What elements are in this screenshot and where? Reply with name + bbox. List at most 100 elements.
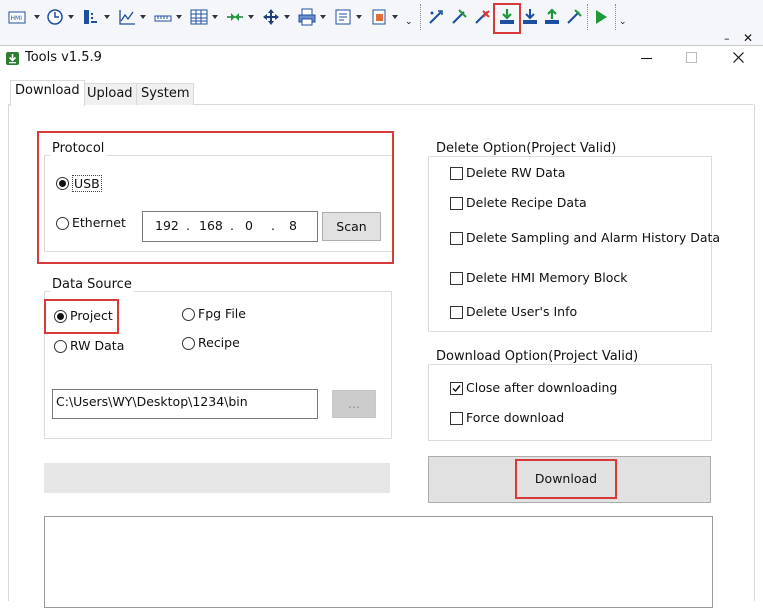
download-button[interactable]: Download bbox=[515, 459, 617, 499]
tab-upload[interactable]: Upload bbox=[82, 83, 138, 105]
protocol-highlight bbox=[37, 131, 394, 264]
delete-recipe-data-label[interactable]: Delete Recipe Data bbox=[466, 195, 587, 210]
download-option-legend: Download Option(Project Valid) bbox=[434, 349, 641, 364]
upload-button[interactable] bbox=[541, 6, 563, 28]
parent-window-strip: – ✕ bbox=[0, 31, 763, 45]
chevron-down-icon bbox=[104, 15, 110, 19]
toolbar-separator bbox=[420, 4, 422, 30]
recipe-radio[interactable] bbox=[182, 337, 195, 350]
table-tool-button[interactable] bbox=[188, 6, 222, 28]
meter-tool-button[interactable] bbox=[80, 6, 114, 28]
trend-chart-icon bbox=[119, 10, 135, 25]
fpg-file-radio[interactable] bbox=[182, 308, 195, 321]
hmi-icon: HMI bbox=[8, 11, 26, 24]
move-icon bbox=[263, 9, 279, 25]
delete-user-info-checkbox[interactable] bbox=[450, 306, 463, 319]
download-option-group bbox=[428, 364, 712, 441]
ruler-tool-button[interactable] bbox=[152, 6, 186, 28]
close-icon[interactable] bbox=[733, 52, 744, 63]
rw-data-label[interactable]: RW Data bbox=[70, 338, 124, 353]
report-icon bbox=[335, 9, 351, 25]
upload-icon bbox=[545, 8, 559, 24]
delete-hmi-memory-label[interactable]: Delete HMI Memory Block bbox=[466, 270, 628, 285]
delete-sampling-alarm-label[interactable]: Delete Sampling and Alarm History Data bbox=[466, 230, 720, 245]
bar-meter-icon bbox=[84, 10, 97, 24]
close-after-download-label[interactable]: Close after downloading bbox=[466, 380, 617, 395]
checkmark-icon bbox=[452, 385, 461, 393]
rw-data-radio[interactable] bbox=[54, 340, 67, 353]
force-download-checkbox[interactable] bbox=[450, 412, 463, 425]
compile-icon bbox=[429, 10, 443, 24]
trend-tool-button[interactable] bbox=[116, 6, 150, 28]
download-arrow-icon bbox=[6, 52, 19, 65]
maximize-icon[interactable] bbox=[686, 52, 697, 63]
download-alt-button[interactable] bbox=[519, 6, 541, 28]
delete-hmi-memory-checkbox[interactable] bbox=[450, 272, 463, 285]
download-alt-icon bbox=[523, 9, 537, 24]
file-path-field[interactable]: C:\Users\WY\Desktop\1234\bin bbox=[52, 389, 318, 419]
toolbar-separator bbox=[587, 4, 589, 30]
run-icon bbox=[596, 10, 607, 24]
overflow-chevron-icon[interactable]: ⌄ bbox=[619, 18, 627, 27]
clock-tool-button[interactable] bbox=[44, 6, 78, 28]
move-tool-button[interactable] bbox=[260, 6, 294, 28]
online-sim-button[interactable] bbox=[471, 6, 493, 28]
hmi-tool-button[interactable]: HMI bbox=[6, 6, 44, 28]
chevron-down-icon bbox=[320, 15, 326, 19]
chevron-down-icon bbox=[68, 15, 74, 19]
recipe-label[interactable]: Recipe bbox=[198, 335, 240, 350]
table-icon bbox=[190, 9, 208, 25]
recipe-icon bbox=[372, 9, 386, 25]
online-sim-icon bbox=[475, 10, 490, 24]
offline-sim-button[interactable] bbox=[448, 6, 470, 28]
delete-rw-data-checkbox[interactable] bbox=[450, 167, 463, 180]
overflow-chevron-icon[interactable]: ⌄ bbox=[405, 18, 413, 27]
offline-sim-icon bbox=[452, 9, 467, 24]
chevron-down-icon bbox=[140, 15, 146, 19]
chevron-down-icon bbox=[284, 15, 290, 19]
title-bar bbox=[0, 45, 763, 73]
svg-text:HMI: HMI bbox=[11, 15, 23, 22]
run-button[interactable] bbox=[590, 6, 610, 28]
toolbar: HMI ⌄ ⌄ bbox=[0, 0, 763, 36]
progress-bar bbox=[44, 463, 390, 493]
delete-rw-data-label[interactable]: Delete RW Data bbox=[466, 165, 565, 180]
printer-tool-button[interactable] bbox=[296, 6, 330, 28]
delete-sampling-alarm-checkbox[interactable] bbox=[450, 232, 463, 245]
clock-icon bbox=[47, 9, 63, 25]
chevron-down-icon bbox=[356, 15, 362, 19]
project-highlight bbox=[44, 299, 119, 334]
close-icon[interactable]: ✕ bbox=[743, 31, 753, 45]
valve-tool-button[interactable] bbox=[224, 6, 258, 28]
delete-user-info-label[interactable]: Delete User's Info bbox=[466, 304, 577, 319]
chevron-down-icon bbox=[392, 15, 398, 19]
tab-system[interactable]: System bbox=[136, 83, 195, 105]
printer-icon bbox=[298, 8, 316, 26]
chevron-down-icon bbox=[34, 15, 40, 19]
chevron-down-icon bbox=[176, 15, 182, 19]
build-button[interactable] bbox=[563, 6, 585, 28]
log-output[interactable] bbox=[44, 516, 713, 608]
minimize-icon[interactable]: – bbox=[724, 32, 730, 45]
delete-option-legend: Delete Option(Project Valid) bbox=[434, 141, 619, 156]
report-tool-button[interactable] bbox=[332, 6, 366, 28]
fpg-file-label[interactable]: Fpg File bbox=[198, 306, 246, 321]
ruler-icon bbox=[154, 15, 172, 22]
force-download-label[interactable]: Force download bbox=[466, 410, 564, 425]
tab-download[interactable]: Download bbox=[10, 80, 85, 106]
data-source-legend: Data Source bbox=[50, 277, 134, 292]
chevron-down-icon bbox=[212, 15, 218, 19]
browse-button[interactable]: ... bbox=[332, 390, 376, 418]
chevron-down-icon bbox=[248, 15, 254, 19]
build-icon bbox=[567, 9, 582, 24]
download-tool-highlight bbox=[493, 3, 521, 34]
toolbar-separator bbox=[615, 4, 617, 30]
window-title: Tools v1.5.9 bbox=[25, 50, 102, 65]
file-path-text[interactable]: C:\Users\WY\Desktop\1234\bin bbox=[56, 394, 248, 409]
compile-button[interactable] bbox=[425, 6, 447, 28]
delete-recipe-data-checkbox[interactable] bbox=[450, 197, 463, 210]
recipe-tool-button[interactable] bbox=[368, 6, 402, 28]
close-after-download-checkbox[interactable] bbox=[450, 382, 463, 395]
minimize-icon[interactable] bbox=[641, 58, 652, 60]
valve-icon bbox=[227, 13, 243, 21]
